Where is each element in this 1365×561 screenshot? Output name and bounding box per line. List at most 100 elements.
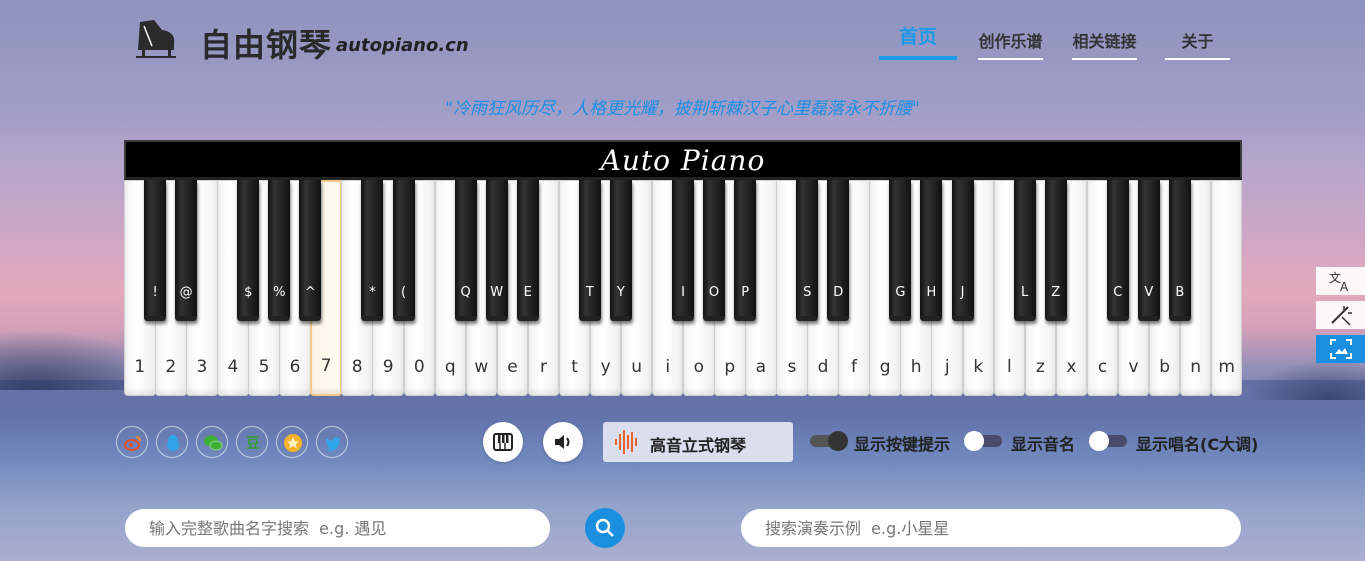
black-key-W[interactable]: W (485, 180, 508, 321)
white-key-label: d (817, 357, 829, 377)
white-key-label: 7 (320, 356, 332, 376)
black-key-![interactable]: ! (144, 180, 167, 321)
white-key-m[interactable]: m (1210, 180, 1243, 396)
white-key-label: i (665, 357, 671, 377)
black-key-@[interactable]: @ (175, 180, 198, 321)
black-key-S[interactable]: S (796, 180, 819, 321)
black-key-label: D (833, 285, 844, 300)
toggle-key-hints[interactable]: 显示按键提示 (810, 431, 960, 454)
black-key-E[interactable]: E (516, 180, 539, 321)
qq-icon[interactable] (156, 426, 188, 458)
black-key-B[interactable]: B (1168, 180, 1191, 321)
black-key-label: I (681, 285, 685, 300)
piano-title: Auto Piano (600, 144, 766, 177)
black-key-C[interactable]: C (1106, 180, 1129, 321)
black-key-*[interactable]: * (361, 180, 384, 321)
black-key-label: V (1144, 285, 1154, 300)
black-key-H[interactable]: H (920, 180, 943, 321)
grand-piano-logo-icon[interactable] (134, 16, 178, 60)
black-key-O[interactable]: O (703, 180, 726, 321)
toggle-solfege[interactable]: 显示唱名(C大调) (1089, 431, 1261, 454)
black-key-Q[interactable]: Q (454, 180, 477, 321)
nav-compose-score[interactable]: 创作乐谱 (978, 22, 1043, 60)
black-key-I[interactable]: I (672, 180, 694, 321)
instrument-selector[interactable]: 高音立式钢琴 (603, 422, 793, 462)
toggle-note-names[interactable]: 显示音名 (964, 431, 1086, 454)
black-key-label: J (960, 285, 965, 300)
white-key-label: s (787, 357, 797, 377)
screenshot-button[interactable] (1316, 335, 1365, 363)
black-key-Z[interactable]: Z (1044, 180, 1067, 321)
white-key-label: q (444, 357, 456, 377)
nav-about[interactable]: 关于 (1165, 22, 1230, 60)
black-key-label: H (926, 285, 937, 300)
weibo-icon[interactable] (116, 426, 148, 458)
search-button[interactable] (585, 508, 625, 548)
white-key-label: a (755, 357, 767, 377)
black-key-L[interactable]: L (1013, 180, 1036, 321)
white-key-label: n (1190, 357, 1202, 377)
white-key-label: 6 (289, 357, 301, 377)
twitter-icon[interactable] (316, 426, 348, 458)
nav-related-links[interactable]: 相关链接 (1072, 22, 1137, 60)
brand-domain: autopiano.cn (336, 35, 469, 56)
black-key-V[interactable]: V (1137, 180, 1160, 321)
white-key-label: j (944, 357, 950, 377)
black-key-G[interactable]: G (889, 180, 912, 321)
magic-wand-icon (1331, 306, 1352, 326)
white-key-label: p (724, 357, 736, 377)
black-key-D[interactable]: D (827, 180, 850, 321)
sound-toggle-button[interactable] (543, 422, 583, 462)
white-key-label: f (851, 357, 858, 377)
black-key-label: ^ (304, 285, 316, 300)
black-key-label: % (273, 285, 286, 300)
keyboard-toggle-button[interactable] (483, 422, 523, 462)
white-key-label: o (693, 357, 704, 377)
white-key-label: 8 (351, 357, 363, 377)
search-icon (595, 518, 614, 537)
white-key-label: v (1128, 357, 1139, 377)
black-key-Y[interactable]: Y (609, 180, 632, 321)
black-key-%[interactable]: % (268, 180, 291, 321)
waveform-icon (615, 430, 637, 454)
white-key-label: r (539, 357, 547, 377)
qzone-icon[interactable] (276, 426, 308, 458)
black-key-label: * (369, 285, 376, 300)
wechat-icon[interactable] (196, 426, 228, 458)
black-key-P[interactable]: P (734, 180, 757, 321)
black-key-label: B (1175, 285, 1185, 300)
magic-tool-button[interactable] (1316, 301, 1365, 329)
nav-home[interactable]: 首页 (879, 22, 957, 60)
brand-title[interactable]: 自由钢琴 (200, 20, 332, 66)
translate-button[interactable]: 文 A (1316, 267, 1365, 295)
white-key-label: 9 (382, 357, 394, 377)
douban-icon[interactable]: 豆 (236, 426, 268, 458)
white-key-label: e (507, 357, 518, 377)
black-key-label: ! (152, 285, 158, 300)
demo-search-input[interactable] (741, 509, 1241, 547)
black-key-T[interactable]: T (578, 180, 601, 321)
black-key-J[interactable]: J (951, 180, 974, 321)
white-key-label: x (1066, 357, 1077, 377)
black-key-label: @ (179, 285, 193, 300)
black-key-$[interactable]: $ (237, 180, 260, 321)
black-key-^[interactable]: ^ (299, 180, 322, 321)
black-key-([interactable]: ( (392, 180, 415, 321)
toggle-solfege-switch[interactable] (1089, 431, 1127, 451)
toggle-knob (1089, 431, 1109, 451)
black-key-label: Y (616, 285, 625, 300)
toggle-knob (964, 431, 984, 451)
white-key-label: l (1006, 357, 1012, 377)
toggle-note-names-switch[interactable] (964, 431, 1002, 451)
white-key-label: h (910, 357, 922, 377)
toggle-knob (828, 431, 848, 451)
toggle-key-hints-label: 显示按键提示 (854, 435, 951, 454)
song-search-input[interactable] (125, 509, 550, 547)
white-key-label: y (600, 357, 611, 377)
black-key-label: Q (460, 285, 471, 300)
toggle-key-hints-switch[interactable] (810, 431, 848, 451)
black-key-label: C (1113, 285, 1123, 300)
white-key-label: g (879, 357, 891, 377)
piano-keys-icon (493, 433, 513, 451)
black-key-label: P (741, 285, 750, 300)
